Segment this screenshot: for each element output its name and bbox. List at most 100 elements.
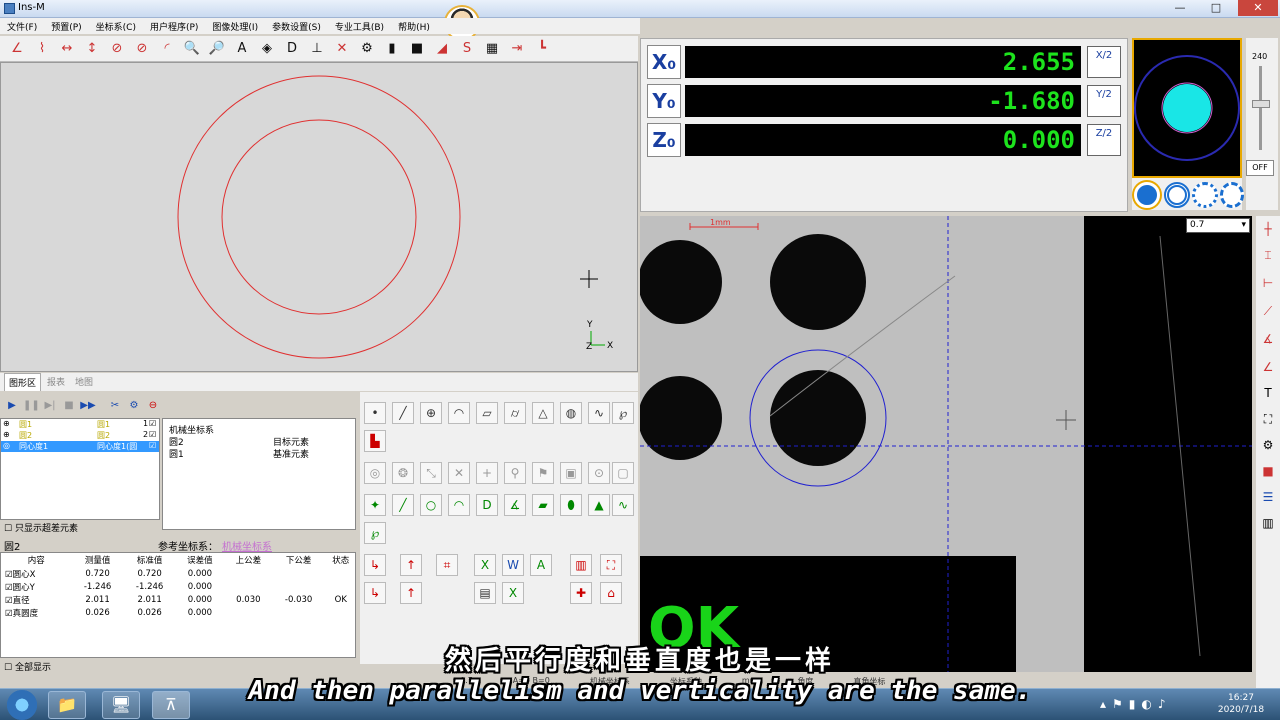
zoom-out-icon[interactable]: 🔎 <box>206 39 228 59</box>
zoom-slider-thumb[interactable] <box>1252 100 1270 108</box>
block-icon[interactable]: ■ <box>406 39 428 59</box>
move-icon[interactable]: ✚ <box>570 582 592 604</box>
image-tool-icon[interactable]: ▣ <box>560 462 582 484</box>
flag-tool-icon[interactable]: ⚑ <box>532 462 554 484</box>
construct-plane-icon[interactable]: ▰ <box>532 494 554 516</box>
v-distance-icon[interactable]: ↕ <box>81 39 103 59</box>
menu-user-program[interactable]: 用户程序(P) <box>143 18 205 34</box>
tab-map[interactable]: 地图 <box>71 373 97 391</box>
cross-tool-icon[interactable]: + <box>476 462 498 484</box>
arc-tool-icon[interactable]: ◠ <box>448 402 470 424</box>
maximize-button[interactable]: □ <box>1198 0 1234 16</box>
fast-forward-icon[interactable]: ▶▶ <box>80 398 96 414</box>
s-icon[interactable]: S <box>456 39 478 59</box>
menu-preset[interactable]: 预置(P) <box>44 18 88 34</box>
align-s-icon[interactable]: ↑ <box>400 554 422 576</box>
menu-parameters[interactable]: 参数设置(S) <box>265 18 328 34</box>
align-icon[interactable]: ⇥ <box>506 39 528 59</box>
segment-light-icon[interactable] <box>1192 182 1218 208</box>
axis-icon[interactable]: ⊥ <box>306 39 328 59</box>
calc-icon[interactable]: ▦ <box>481 39 503 59</box>
origin-tool-icon[interactable]: ↳ <box>364 554 386 576</box>
layer-icon[interactable]: ◈ <box>256 39 278 59</box>
point-tool-icon[interactable]: • <box>364 402 386 424</box>
table-row[interactable]: ☑圆心X 0.720 0.720 0.000 <box>1 567 357 580</box>
checkbox-icon[interactable]: ☑ <box>149 419 156 428</box>
print-icon[interactable]: ▤ <box>474 582 496 604</box>
construct-dist-icon[interactable]: D <box>476 494 498 516</box>
home-icon[interactable]: ⌂ <box>600 582 622 604</box>
freeform-tool-icon[interactable]: ℘ <box>612 402 634 424</box>
minimize-button[interactable]: — <box>1162 0 1198 16</box>
delete-icon[interactable]: ⊖ <box>145 398 161 414</box>
construct-cylinder-icon[interactable]: ⬮ <box>560 494 582 516</box>
tab-report[interactable]: 报表 <box>43 373 69 391</box>
zoom-slider[interactable] <box>1259 66 1262 150</box>
gear-icon[interactable]: ⚙ <box>356 39 378 59</box>
slot-tool-icon[interactable]: ⤡ <box>420 462 442 484</box>
play-icon[interactable]: ▶ <box>4 398 20 414</box>
construct-curve-icon[interactable]: ∿ <box>612 494 634 516</box>
list-item[interactable]: ◎ 同心度1 同心度1(圆 ☑ <box>1 441 159 452</box>
menu-file[interactable]: 文件(F) <box>0 18 44 34</box>
checkbox-icon[interactable]: ☑ <box>149 441 156 450</box>
tab-graphic[interactable]: 图形区 <box>4 373 42 391</box>
menu-help[interactable]: 帮助(H) <box>391 18 437 34</box>
text-tool-icon[interactable]: T <box>1258 384 1278 402</box>
lower-left-icon[interactable]: ↳ <box>364 582 386 604</box>
construct-freeform-icon[interactable]: ℘ <box>364 522 386 544</box>
construct-angle-icon[interactable]: ∡ <box>504 494 526 516</box>
construct-line-icon[interactable]: ╱ <box>392 494 414 516</box>
element-list[interactable]: ⊕ 圆1 圆1 1 ☑ ⊕ 圆2 圆2 2 ☑ ◎ 同心度1 同心度1(圆 ☑ <box>0 418 160 520</box>
circle-tool-icon[interactable]: ⊕ <box>420 402 442 424</box>
gear-ring-icon[interactable]: ❂ <box>392 462 414 484</box>
construct-circle-icon[interactable]: ○ <box>420 494 442 516</box>
menu-image-processing[interactable]: 图像处理(I) <box>205 18 265 34</box>
cone-tool-icon[interactable]: △ <box>532 402 554 424</box>
tools-icon[interactable]: ✂ <box>107 398 123 414</box>
bracket-tool-icon[interactable]: ⌶ <box>1258 246 1278 264</box>
polyline-tool-icon[interactable]: ⌇ <box>31 39 53 59</box>
stop-icon[interactable]: ■ <box>61 398 77 414</box>
frame-select-icon[interactable]: ⛶ <box>600 554 622 576</box>
circle-outer[interactable] <box>177 75 461 359</box>
lens-preview[interactable] <box>1132 38 1242 178</box>
probe-icon[interactable]: ▮ <box>381 39 403 59</box>
table-row[interactable]: ☑圆心Y -1.246 -1.246 0.000 <box>1 580 357 593</box>
text-tool-icon[interactable]: A <box>231 39 253 59</box>
circle-slash-icon[interactable]: ⊘ <box>131 39 153 59</box>
light-off-button[interactable]: OFF <box>1246 160 1274 176</box>
z-half-button[interactable]: Z/2 <box>1087 124 1121 156</box>
fullscreen-icon[interactable]: ⛶ <box>1258 410 1278 428</box>
construct-cone-icon[interactable]: ▲ <box>588 494 610 516</box>
crosshair-tool-icon[interactable]: ┼ <box>1258 220 1278 238</box>
only-super-checkbox[interactable]: ☐ 只显示超差元素 <box>4 521 78 534</box>
angle-mark-icon[interactable]: ∡ <box>1258 330 1278 348</box>
layers-icon[interactable]: ☰ <box>1258 488 1278 506</box>
y-half-button[interactable]: Y/2 <box>1087 85 1121 117</box>
wedge-tool-icon[interactable]: ∠ <box>1258 358 1278 376</box>
construct-point-icon[interactable]: ✦ <box>364 494 386 516</box>
cylinder-tool-icon[interactable]: ⌭ <box>504 402 526 424</box>
table-row[interactable]: ☑直径 2.011 2.011 0.000 0.030 -0.030 OK <box>1 593 357 606</box>
list-item[interactable]: ⊕ 圆2 圆2 2 ☑ <box>1 430 159 441</box>
settings-icon[interactable]: ⚙ <box>126 398 142 414</box>
plane-tool-icon[interactable]: ▱ <box>476 402 498 424</box>
eraser-icon[interactable]: ◢ <box>431 39 453 59</box>
coaxial-light-icon[interactable] <box>1164 182 1190 208</box>
list-item[interactable]: ⊕ 圆1 圆1 1 ☑ <box>1 419 159 430</box>
ring-tool-icon[interactable]: ◎ <box>364 462 386 484</box>
menu-pro-tools[interactable]: 专业工具(B) <box>328 18 391 34</box>
table-row[interactable]: ☑真圆度 0.026 0.026 0.000 <box>1 606 357 619</box>
x-half-button[interactable]: X/2 <box>1087 46 1121 78</box>
close-button[interactable]: ✕ <box>1238 0 1278 16</box>
text-export-icon[interactable]: A <box>530 554 552 576</box>
cross-icon[interactable]: ✕ <box>331 39 353 59</box>
line-tool-icon[interactable]: ╱ <box>392 402 414 424</box>
h-line-tool-icon[interactable]: ⊢ <box>1258 274 1278 292</box>
word-export-icon[interactable]: W <box>502 554 524 576</box>
dimension-icon[interactable]: D <box>281 39 303 59</box>
target-tool-icon[interactable]: ⊙ <box>588 462 610 484</box>
curve-tool-icon[interactable]: ∿ <box>588 402 610 424</box>
excel-export-icon[interactable]: X <box>474 554 496 576</box>
